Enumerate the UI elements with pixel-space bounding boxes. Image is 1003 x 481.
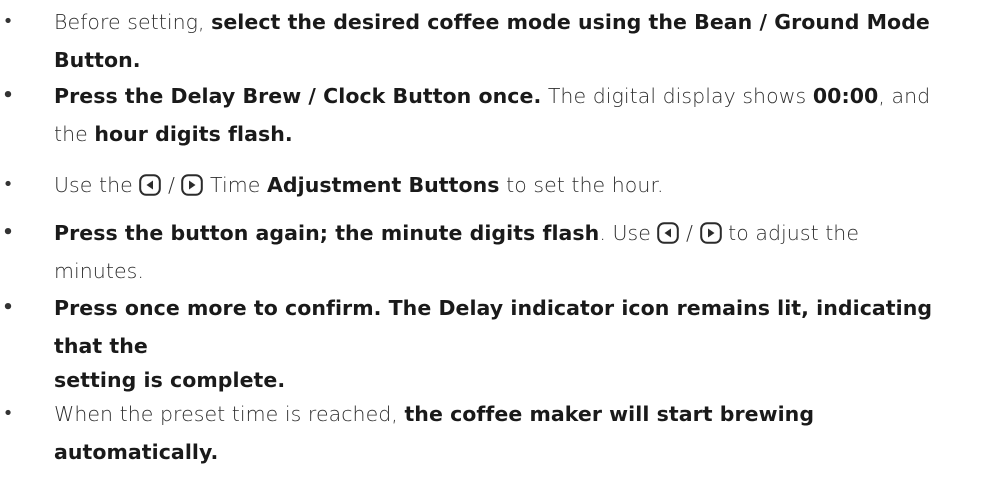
bold-text: Press the button again; the minute digit…: [54, 221, 600, 245]
item-text-line: Use the / Time Adjustment Buttons to set…: [54, 167, 664, 203]
bold-text: Button.: [54, 48, 141, 72]
text-segment: the: [54, 122, 95, 146]
text-segment: /: [161, 173, 182, 197]
item-text-line: Press once more to confirm. The Delay in…: [54, 290, 932, 326]
bold-text: hour digits flash.: [94, 122, 293, 146]
item-text-line: Before setting, select the desired coffe…: [54, 4, 930, 40]
item-text-line: minutes.: [54, 253, 144, 289]
bold-text: automatically.: [54, 440, 219, 464]
bold-text: 00:00: [812, 84, 879, 108]
text-segment: minutes.: [54, 259, 144, 283]
bullet: •: [2, 85, 14, 106]
text-segment: The digital display shows: [541, 84, 813, 108]
item-text-line: setting is complete.: [54, 362, 285, 398]
text-segment: to adjust the: [721, 221, 860, 245]
bold-text: Press the Delay Brew / Clock Button once…: [54, 84, 542, 108]
bold-text: Press once more to confirm. The Delay in…: [54, 296, 933, 320]
item-text-line: Press the Delay Brew / Clock Button once…: [54, 78, 930, 114]
item-text-line: Press the button again; the minute digit…: [54, 215, 859, 251]
bullet: •: [2, 403, 14, 424]
left-arrow-icon: [657, 222, 680, 244]
bullet: •: [2, 222, 14, 243]
text-segment: , and: [878, 84, 931, 108]
text-segment: When the preset time is reached,: [54, 402, 405, 426]
item-text-line: When the preset time is reached, the cof…: [54, 396, 814, 432]
text-segment: to set the hour.: [499, 173, 664, 197]
left-arrow-icon: [139, 174, 162, 196]
item-text-line: automatically.: [54, 434, 218, 470]
text-segment: . Use: [599, 221, 658, 245]
bold-text: the coffee maker will start brewing: [404, 402, 815, 426]
bullet: •: [2, 297, 14, 318]
text-segment: /: [679, 221, 700, 245]
right-arrow-icon: [181, 174, 204, 196]
item-text-line: Button.: [54, 42, 141, 78]
item-text-line: that the: [54, 328, 148, 364]
bullet: •: [2, 11, 14, 32]
bullet: •: [2, 174, 14, 195]
bold-text: select the desired coffee mode using the…: [211, 10, 930, 34]
text-segment: Before setting,: [54, 10, 212, 34]
text-segment: Use the: [54, 173, 140, 197]
bold-text: that the: [54, 334, 148, 358]
right-arrow-icon: [699, 222, 722, 244]
bold-text: Adjustment Buttons: [266, 173, 500, 197]
bold-text: setting is complete.: [54, 368, 286, 392]
item-text-line: the hour digits flash.: [54, 116, 293, 152]
text-segment: Time: [203, 173, 267, 197]
